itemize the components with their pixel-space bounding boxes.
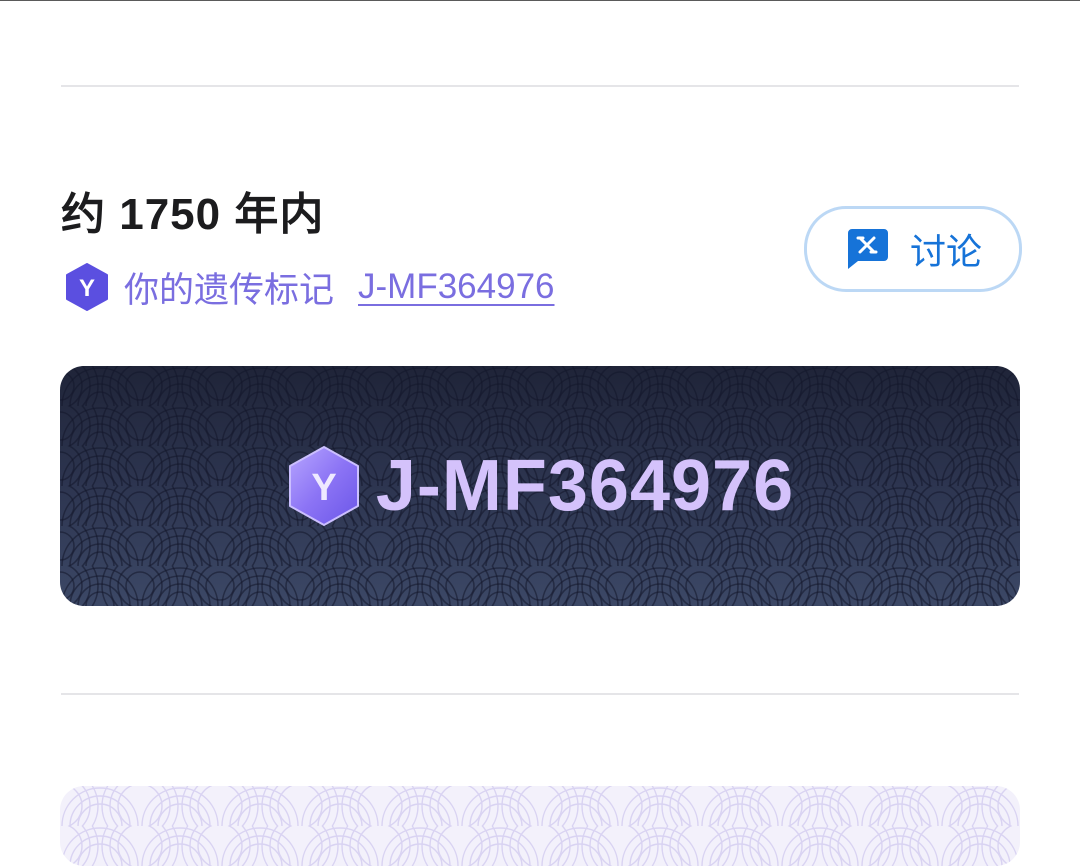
window-top-border: [0, 0, 1080, 1]
time-period-heading: 约 1750 年内: [61, 190, 325, 239]
section-divider-bottom: [61, 693, 1019, 695]
discuss-button-label: 讨论: [909, 231, 982, 272]
chat-bubble-icon: [844, 227, 890, 271]
svg-text:Y: Y: [311, 467, 336, 509]
genetic-marker-row: Y 你的遗传标记 J-MF364976: [64, 262, 555, 312]
section-divider-top: [61, 85, 1019, 87]
svg-text:Y: Y: [79, 275, 95, 302]
haplogroup-link[interactable]: J-MF364976: [358, 267, 554, 307]
discuss-button[interactable]: 讨论: [804, 206, 1022, 292]
y-haplogroup-badge-icon: Y: [286, 444, 362, 528]
banner-haplogroup-title: J-MF364976: [375, 446, 795, 526]
light-wave-pattern: [60, 786, 1020, 866]
genetic-marker-label: 你的遗传标记: [124, 270, 335, 310]
haplogroup-banner: Y J-MF364976: [60, 366, 1020, 606]
next-section-card: [60, 786, 1020, 866]
banner-content: Y J-MF364976: [60, 366, 1020, 606]
y-haplogroup-hex-icon: Y: [64, 262, 110, 312]
